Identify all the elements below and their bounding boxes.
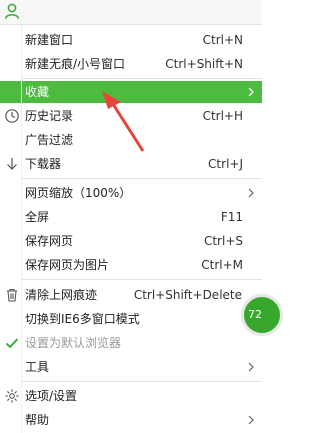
menu-item-shortcut: Ctrl+J xyxy=(208,157,243,171)
menu-item-save-as-image[interactable]: 保存网页为图片 Ctrl+M xyxy=(0,254,262,276)
menu-item-options[interactable]: 选项/设置 xyxy=(0,385,262,407)
check-icon xyxy=(5,338,19,349)
menu-item-label: 清除上网痕迹 xyxy=(25,288,98,302)
menu-item-label: 下载器 xyxy=(25,157,62,171)
user-icon[interactable] xyxy=(3,2,21,20)
chevron-right-icon xyxy=(248,415,254,425)
menu-item-label: 保存网页为图片 xyxy=(25,258,110,272)
menu-item-shortcut: Ctrl+N xyxy=(202,33,243,47)
menu-item-ie6-mode[interactable]: 切换到IE6多窗口模式 xyxy=(0,308,262,330)
menu-item-shortcut: Ctrl+Shift+Delete xyxy=(133,288,242,302)
menu-item-new-private-window[interactable]: 新建无痕/小号窗口 Ctrl+Shift+N xyxy=(0,53,262,75)
menu-item-label: 帮助 xyxy=(25,413,50,427)
menu-item-help[interactable]: 帮助 xyxy=(0,409,262,431)
menu-item-shortcut: Ctrl+Shift+N xyxy=(165,57,243,71)
clock-icon xyxy=(5,109,19,123)
menu-item-label: 历史记录 xyxy=(25,109,74,123)
gear-icon xyxy=(5,389,19,403)
menu-item-label: 新建无痕/小号窗口 xyxy=(25,57,126,71)
menu-item-label: 新建窗口 xyxy=(25,33,74,47)
menu-separator xyxy=(22,78,262,79)
chevron-right-icon xyxy=(248,188,254,198)
menu-item-save-page[interactable]: 保存网页 Ctrl+S xyxy=(0,230,262,252)
menu-top-bar xyxy=(0,0,262,25)
menu-item-shortcut: Ctrl+H xyxy=(202,109,243,123)
menu-item-ad-filter[interactable]: 广告过滤 xyxy=(0,129,262,151)
menu-separator xyxy=(22,381,262,382)
browser-main-menu: 新建窗口 Ctrl+N 新建无痕/小号窗口 Ctrl+Shift+N 收藏 历史… xyxy=(0,25,262,433)
menu-item-label: 保存网页 xyxy=(25,234,74,248)
menu-item-label: 选项/设置 xyxy=(25,389,78,403)
download-arrow-icon xyxy=(7,158,17,170)
menu-item-label: 广告过滤 xyxy=(25,133,74,147)
menu-item-label: 网页缩放（100%） xyxy=(25,186,132,200)
trash-icon xyxy=(7,288,17,302)
menu-separator xyxy=(22,279,262,280)
menu-item-label: 设置为默认浏览器 xyxy=(25,336,122,350)
menu-item-label: 工具 xyxy=(25,360,50,374)
menu-item-history[interactable]: 历史记录 Ctrl+H xyxy=(0,105,262,127)
menu-separator xyxy=(22,178,262,179)
menu-item-favorites[interactable]: 收藏 xyxy=(0,81,262,103)
menu-item-shortcut: F11 xyxy=(220,210,243,224)
menu-item-shortcut: Ctrl+M xyxy=(201,258,243,272)
menu-item-set-default-browser[interactable]: 设置为默认浏览器 xyxy=(0,332,262,354)
menu-item-tools[interactable]: 工具 xyxy=(0,356,262,378)
menu-item-label: 收藏 xyxy=(25,85,50,99)
menu-item-zoom[interactable]: 网页缩放（100%） xyxy=(0,182,262,204)
menu-item-clear-traces[interactable]: 清除上网痕迹 Ctrl+Shift+Delete xyxy=(0,284,262,306)
chevron-right-icon xyxy=(248,87,254,97)
menu-item-label: 全屏 xyxy=(25,210,50,224)
menu-item-label: 切换到IE6多窗口模式 xyxy=(25,312,140,326)
menu-item-downloads[interactable]: 下载器 Ctrl+J xyxy=(0,153,262,175)
menu-item-shortcut: Ctrl+S xyxy=(203,234,243,248)
menu-item-new-window[interactable]: 新建窗口 Ctrl+N xyxy=(0,29,262,51)
menu-icon-gutter xyxy=(21,25,22,433)
floating-speed-badge[interactable]: 72 xyxy=(242,295,282,335)
chevron-right-icon xyxy=(248,362,254,372)
menu-item-fullscreen[interactable]: 全屏 F11 xyxy=(0,206,262,228)
